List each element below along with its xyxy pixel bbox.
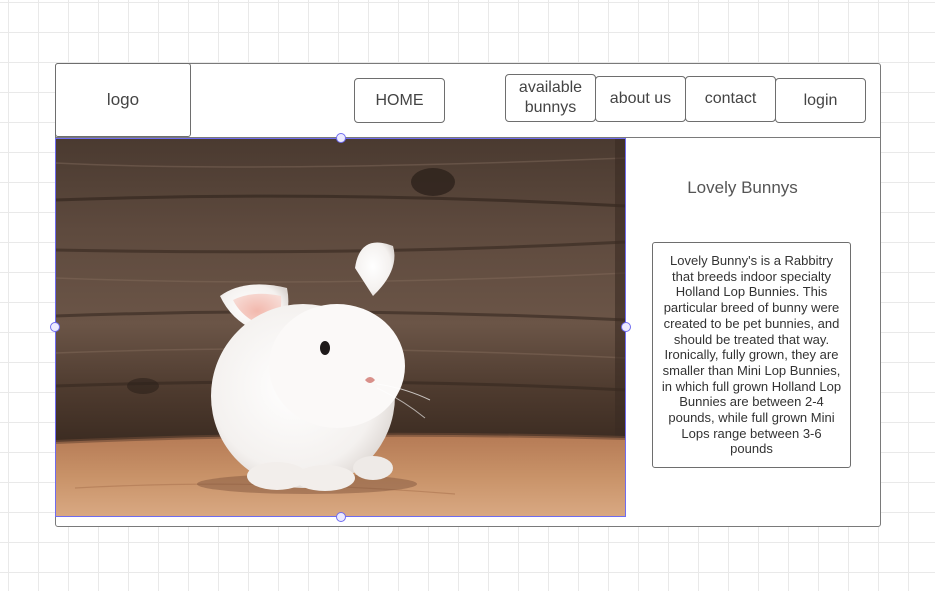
nav-about-us-button[interactable]: about us xyxy=(595,76,686,122)
nav-contact-button[interactable]: contact xyxy=(685,76,776,122)
nav-login-button[interactable]: login xyxy=(775,78,866,123)
resize-handle-bottom[interactable] xyxy=(336,512,346,522)
nav-home-label: HOME xyxy=(375,91,424,109)
nav-contact-label: contact xyxy=(704,90,757,107)
nav-available-bunnys-button[interactable]: available bunnys xyxy=(505,74,596,122)
nav-home-button[interactable]: HOME xyxy=(354,78,445,123)
logo-placeholder[interactable]: logo xyxy=(55,63,191,137)
nav-available-label-line1: available xyxy=(518,79,583,96)
resize-handle-top[interactable] xyxy=(336,133,346,143)
nav-about-label: about us xyxy=(609,90,672,107)
side-title: Lovely Bunnys xyxy=(687,178,798,197)
logo-label: logo xyxy=(106,90,140,109)
resize-handle-right[interactable] xyxy=(621,322,631,332)
resize-handle-left[interactable] xyxy=(50,322,60,332)
description-text: Lovely Bunny's is a Rabbitry that breeds… xyxy=(661,253,842,457)
nav-available-label: available bunnys xyxy=(519,78,582,118)
nav-login-label: login xyxy=(803,91,838,109)
hero-bunny-image[interactable] xyxy=(55,138,626,517)
description-box: Lovely Bunny's is a Rabbitry that breeds… xyxy=(652,242,851,468)
nav-available-label-line2: bunnys xyxy=(524,99,577,116)
